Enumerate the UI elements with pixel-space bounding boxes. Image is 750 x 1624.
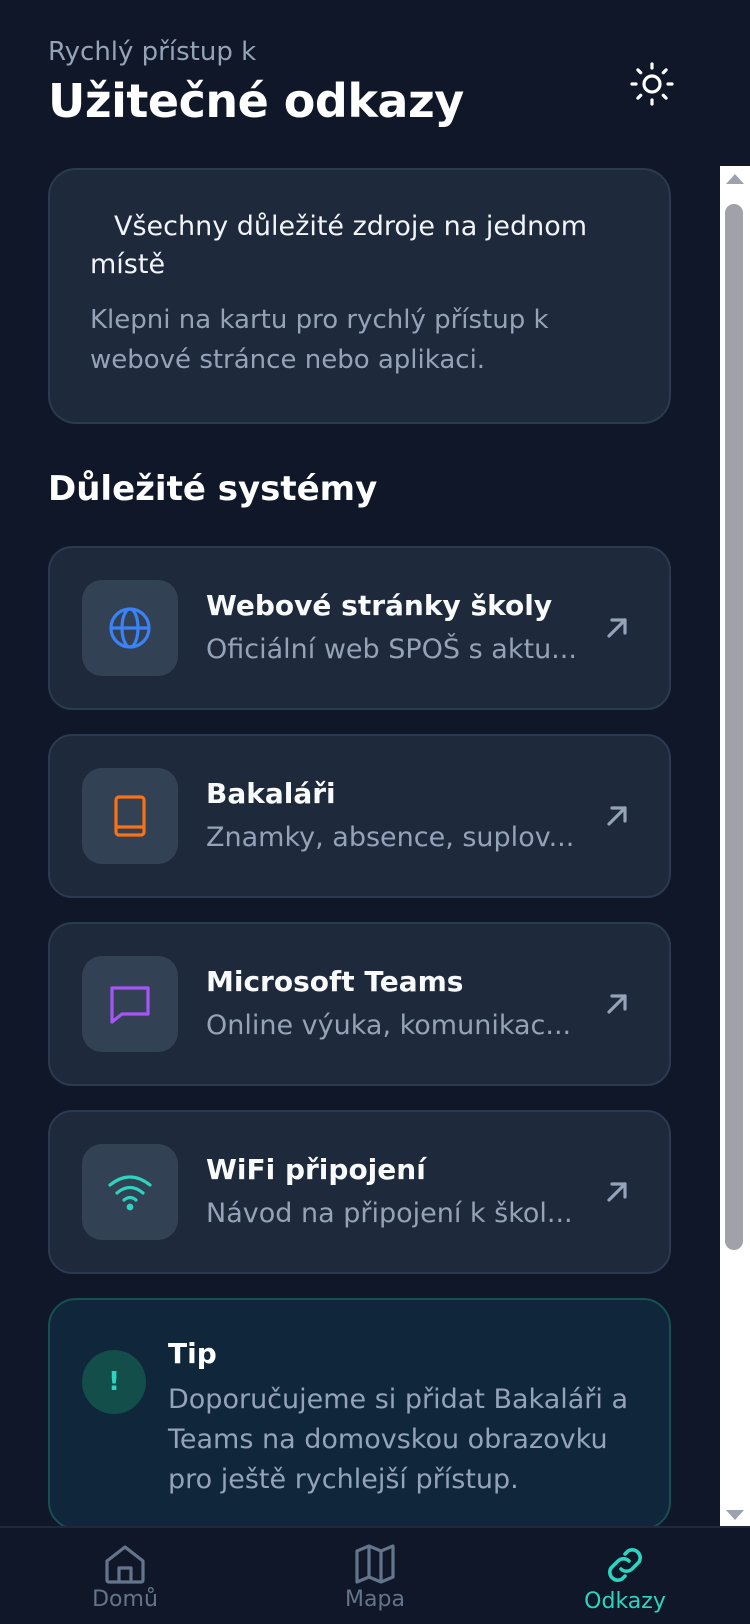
nav-item-map[interactable]: Mapa [300, 1542, 450, 1624]
link-icon-box [82, 956, 178, 1052]
link-description: Znamky, absence, suplov... [206, 822, 575, 853]
link-description: Online výuka, komunikac... [206, 1010, 572, 1041]
tip-title: Tip [168, 1337, 217, 1370]
message-icon [110, 986, 150, 1024]
link-icon-box [82, 1144, 178, 1240]
tip-badge: ! [82, 1350, 146, 1414]
map-icon [355, 1544, 395, 1584]
globe-icon [109, 607, 151, 649]
scroll-down-arrow[interactable] [726, 1510, 744, 1520]
scroll-content[interactable]: Všechny důležité zdroje na jednom místě … [0, 160, 720, 1526]
link-title: WiFi připojení [206, 1153, 426, 1186]
home-icon [105, 1545, 145, 1584]
link-list: Webové stránky školy Oficiální web SPOŠ … [48, 546, 671, 1274]
section-title: Důležité systémy [48, 469, 378, 509]
nav-label-home: Domů [92, 1587, 158, 1612]
scrollbar[interactable] [720, 166, 750, 1528]
link-description: Oficiální web SPOŠ s aktu... [206, 634, 577, 665]
nav-label-map: Mapa [345, 1587, 405, 1612]
link-card-wifi[interactable]: WiFi připojení Návod na připojení k škol… [48, 1110, 671, 1274]
nav-label-links: Odkazy [584, 1589, 666, 1614]
intro-title: Všechny důležité zdroje na jednom místě [90, 211, 588, 280]
wifi-icon [108, 1175, 152, 1211]
link-card-microsoft-teams[interactable]: Microsoft Teams Online výuka, komunikac.… [48, 922, 671, 1086]
link-icon-box [82, 768, 178, 864]
link-title: Bakaláři [206, 777, 336, 810]
arrow-up-right-icon [607, 806, 627, 826]
app-screen: Rychlý přístup k Užitečné odkazy Všechny… [0, 0, 750, 1624]
link-card-bakalari[interactable]: Bakaláři Znamky, absence, suplov... [48, 734, 671, 898]
book-icon [114, 795, 146, 837]
page-title: Užitečné odkazy [48, 74, 464, 128]
scrollbar-thumb[interactable] [725, 204, 743, 1250]
scroll-up-arrow[interactable] [726, 174, 744, 184]
tip-text: Doporučujeme si přidat Bakaláři a Teams … [168, 1384, 629, 1495]
tip-card: ! Tip Doporučujeme si přidat Bakaláři a … [48, 1298, 671, 1526]
arrow-up-right-icon [607, 1182, 627, 1202]
arrow-up-right-icon [607, 994, 627, 1014]
header: Rychlý přístup k Užitečné odkazy [48, 36, 708, 130]
link-card-school-website[interactable]: Webové stránky školy Oficiální web SPOŠ … [48, 546, 671, 710]
link-title: Microsoft Teams [206, 965, 464, 998]
intro-text: Klepni na kartu pro rychlý přístup k web… [90, 305, 549, 375]
link-icon [608, 1548, 642, 1582]
nav-item-home[interactable]: Domů [50, 1542, 200, 1624]
nav-item-links[interactable]: Odkazy [550, 1542, 700, 1624]
theme-toggle-button[interactable] [626, 58, 678, 110]
bottom-navigation: Domů Mapa Odkazy [0, 1526, 750, 1624]
page-subtitle: Rychlý přístup k [48, 37, 257, 67]
arrow-up-right-icon [607, 618, 627, 638]
link-title: Webové stránky školy [206, 589, 553, 622]
content: Všechny důležité zdroje na jednom místě … [48, 168, 671, 1526]
intro-card: Všechny důležité zdroje na jednom místě … [48, 168, 671, 424]
sun-icon [630, 62, 674, 106]
link-icon-box [82, 580, 178, 676]
link-description: Návod na připojení k škol... [206, 1198, 573, 1229]
